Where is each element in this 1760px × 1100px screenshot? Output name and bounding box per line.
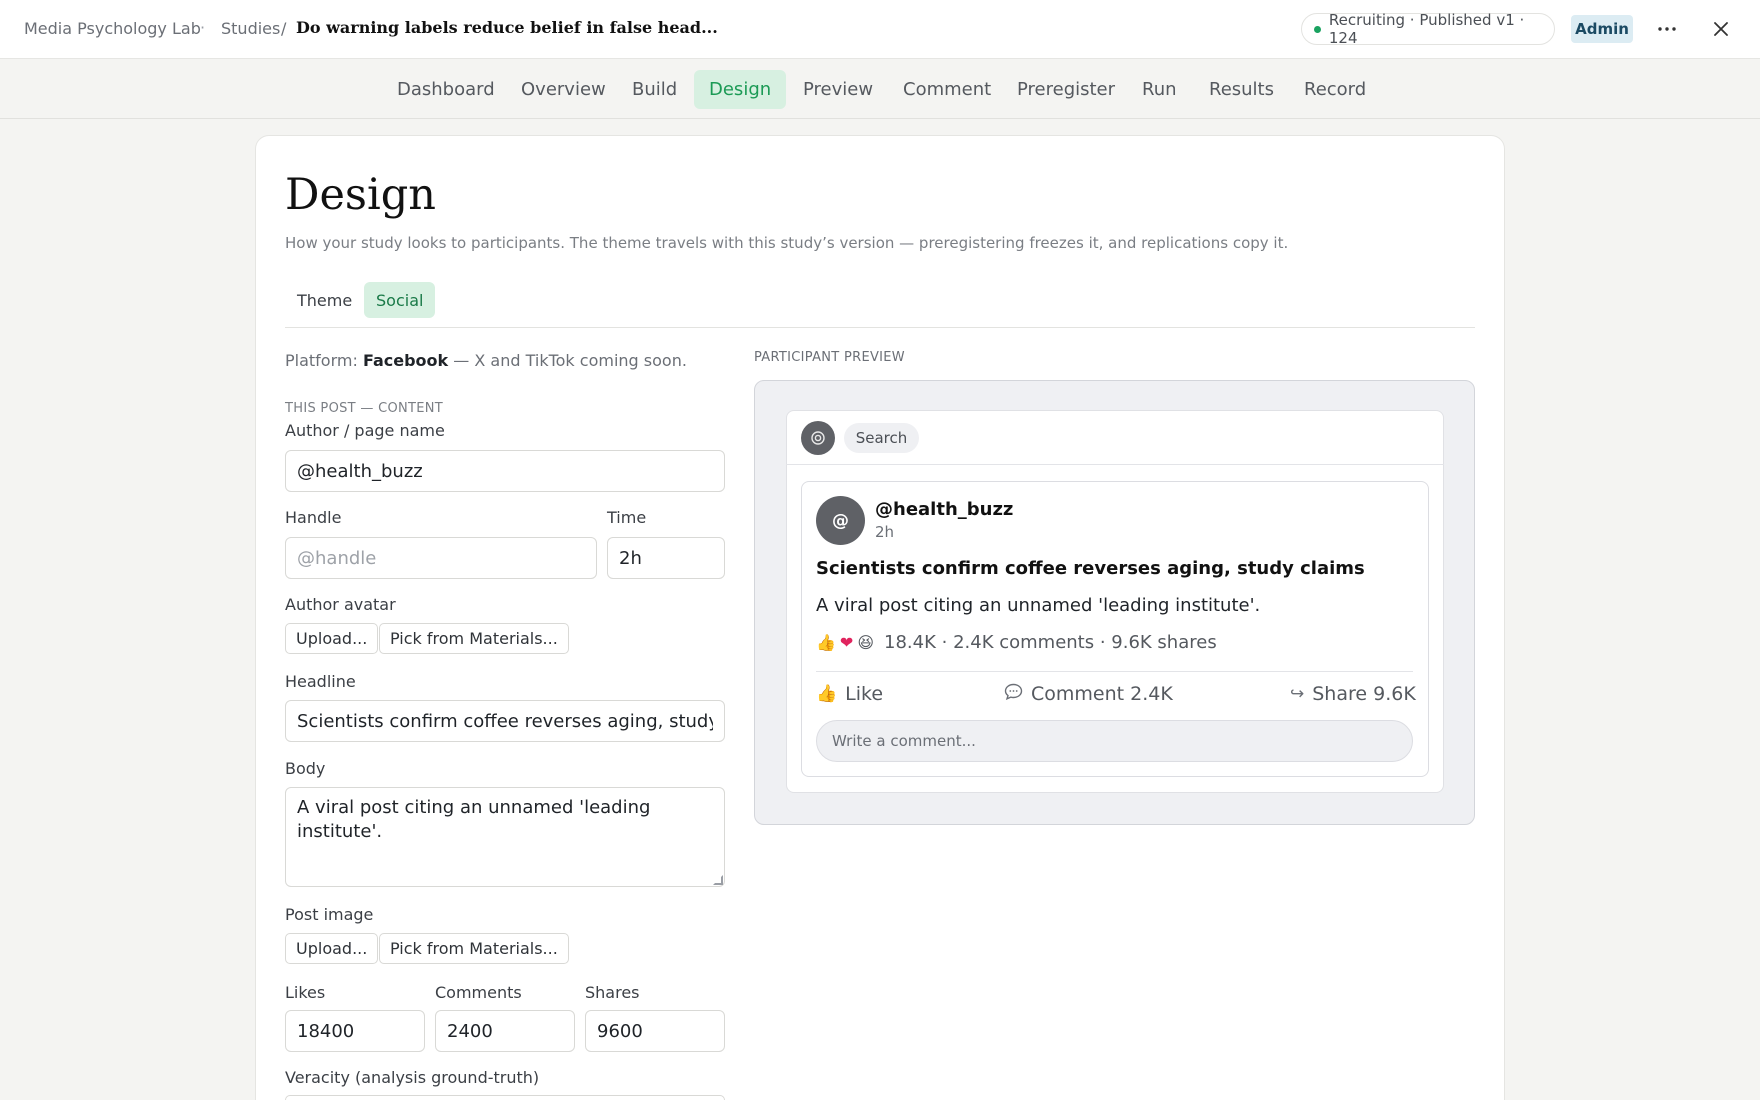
platform-note: — X and TikTok coming soon. [453, 351, 687, 370]
post-image-label: Post image [285, 905, 374, 924]
tab-design[interactable]: Design [694, 70, 787, 109]
like-label: Like [845, 683, 884, 705]
close-icon[interactable] [1706, 14, 1736, 44]
comment-input[interactable]: Write a comment... [816, 720, 1413, 762]
top-bar: Media Psychology Lab · Studies / Do warn… [0, 0, 1760, 59]
share-action[interactable]: ↪ Share 9.6K [1290, 683, 1416, 705]
tab-comment[interactable]: Comment [888, 70, 1006, 109]
post-avatar: @ [816, 496, 865, 545]
author-input[interactable] [285, 450, 725, 492]
time-input[interactable] [607, 537, 725, 579]
subtab-divider [285, 327, 1475, 328]
body-label: Body [285, 759, 326, 778]
comment-action[interactable]: Comment 2.4K [1004, 683, 1173, 705]
post-divider [816, 671, 1413, 672]
section-heading: THIS POST — CONTENT [285, 401, 444, 416]
status-pill[interactable]: Recruiting · Published v1 · 124 [1301, 11, 1555, 47]
author-label: Author / page name [285, 421, 445, 440]
subtab-theme[interactable]: Theme [285, 282, 364, 318]
status-dot-icon [1314, 25, 1321, 33]
speech-bubble-icon [1004, 683, 1023, 705]
tab-overview[interactable]: Overview [506, 70, 621, 109]
platform-line: Platform: Facebook — X and TikTok coming… [285, 351, 687, 370]
avatar-pick-button[interactable]: Pick from Materials... [379, 623, 569, 654]
tab-build[interactable]: Build [617, 70, 692, 109]
platform-name: Facebook [362, 351, 449, 370]
tab-record[interactable]: Record [1289, 70, 1381, 109]
comment-label: Comment 2.4K [1031, 683, 1173, 705]
role-badge[interactable]: Admin [1571, 15, 1633, 43]
page-subtitle: How your study looks to participants. Th… [285, 234, 1289, 252]
avatar-upload-button[interactable]: Upload... [285, 623, 379, 654]
more-options-icon[interactable] [1652, 14, 1682, 44]
headline-label: Headline [285, 672, 356, 691]
shares-input[interactable] [585, 1010, 725, 1052]
tab-preview[interactable]: Preview [788, 70, 888, 109]
share-arrow-icon: ↪ [1290, 684, 1305, 704]
section-tabs: Dashboard Overview Build Design Preview … [0, 60, 1760, 119]
laugh-icon: 😆 [857, 633, 875, 652]
breadcrumb-studies[interactable]: Studies [221, 19, 280, 38]
headline-input[interactable] [285, 700, 725, 742]
comments-input[interactable] [435, 1010, 575, 1052]
veracity-select[interactable] [285, 1095, 725, 1100]
post-time: 2h [875, 523, 895, 541]
like-action[interactable]: 👍 Like [816, 683, 883, 705]
share-label: Share 9.6K [1312, 683, 1416, 705]
facebook-search[interactable]: Search [844, 423, 919, 453]
reaction-counts: 18.4K · 2.4K comments · 9.6K shares [884, 632, 1217, 653]
tab-run[interactable]: Run [1127, 70, 1192, 109]
time-label: Time [607, 508, 647, 527]
image-pick-button[interactable]: Pick from Materials... [379, 933, 569, 964]
breadcrumb-separator: / [281, 19, 287, 38]
heart-icon: ❤ [839, 633, 854, 652]
status-text: Recruiting · Published v1 · 124 [1328, 11, 1525, 47]
likes-input[interactable] [285, 1010, 425, 1052]
tab-preregister[interactable]: Preregister [1002, 70, 1130, 109]
facebook-logo-icon [801, 421, 835, 455]
study-title: Do warning labels reduce belief in false… [296, 18, 718, 37]
post-headline: Scientists confirm coffee reverses aging… [816, 558, 1365, 579]
reaction-summary[interactable]: 👍 ❤ 😆 18.4K · 2.4K comments · 9.6K share… [816, 632, 1217, 653]
page-title: Design [285, 170, 436, 220]
post-body: A viral post citing an unnamed 'leading … [816, 595, 1261, 616]
breadcrumb-dot: · [200, 18, 206, 37]
tab-dashboard[interactable]: Dashboard [382, 70, 510, 109]
veracity-label: Veracity (analysis ground-truth) [285, 1068, 540, 1087]
likes-label: Likes [285, 983, 326, 1002]
handle-label: Handle [285, 508, 342, 527]
shares-label: Shares [585, 983, 640, 1002]
subtab-social[interactable]: Social [364, 282, 436, 318]
post-author[interactable]: @health_buzz [875, 499, 1013, 520]
image-upload-button[interactable]: Upload... [285, 933, 379, 964]
comments-label: Comments [435, 983, 522, 1002]
tab-results[interactable]: Results [1194, 70, 1289, 109]
facebook-header-divider [786, 464, 1444, 465]
handle-input[interactable] [285, 537, 597, 579]
platform-label: Platform: [285, 351, 358, 370]
breadcrumb-org[interactable]: Media Psychology Lab [24, 19, 201, 38]
thumbs-up-icon: 👍 [816, 633, 836, 652]
preview-caption: PARTICIPANT PREVIEW [754, 350, 905, 365]
body-textarea[interactable]: A viral post citing an unnamed 'leading … [285, 787, 725, 887]
avatar-label: Author avatar [285, 595, 396, 614]
thumbs-up-icon: 👍 [816, 684, 838, 704]
